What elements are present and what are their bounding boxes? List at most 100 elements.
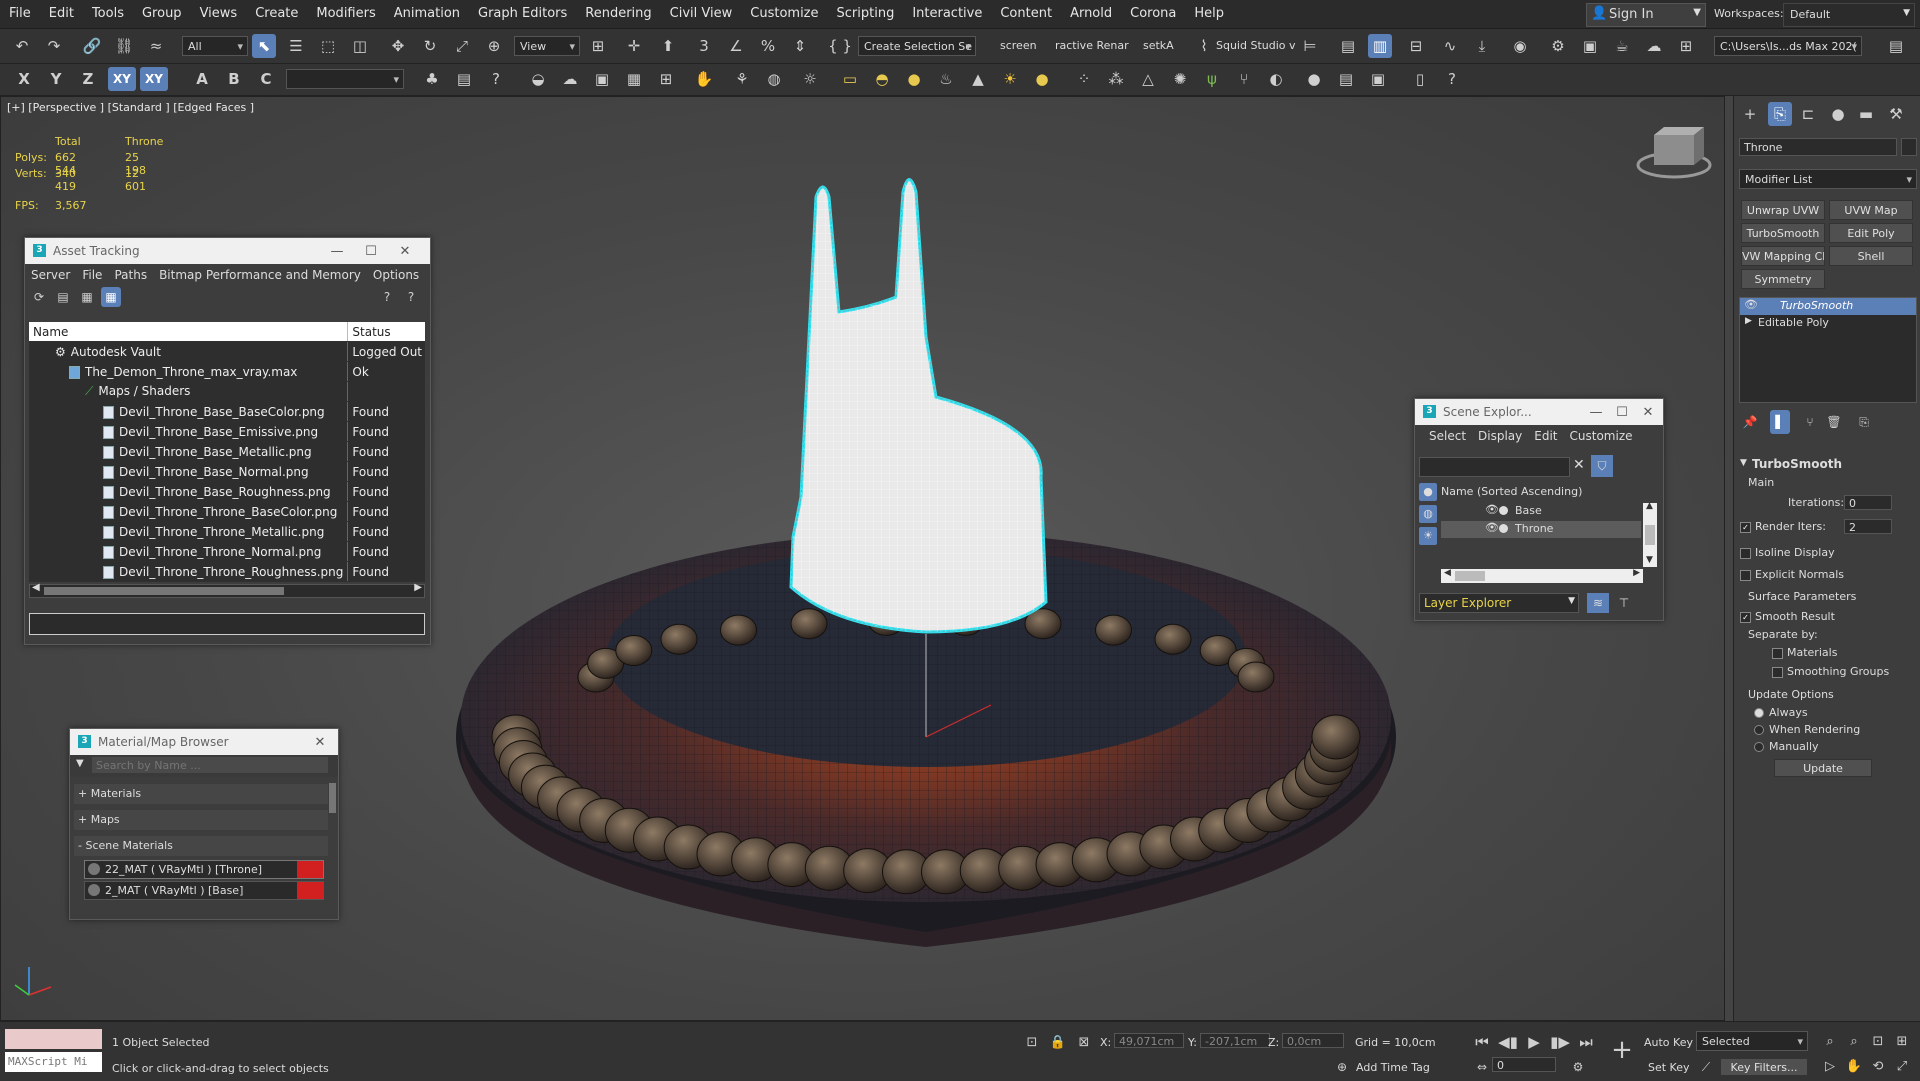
vertical-scrollbar[interactable]: ▲ ▼ [1643,501,1657,567]
turbosmooth-rollout-header[interactable]: ▼ TurboSmooth [1738,457,1918,472]
key-filters-button[interactable]: Key Filters... [1720,1058,1808,1076]
project-folder-dropdown[interactable]: C:\Users\Is...ds Max 202( [1714,36,1862,56]
menu-scripting[interactable]: Scripting [828,0,904,28]
symmetry-button[interactable]: Symmetry [1741,269,1825,289]
bitmap-icon[interactable]: ▤ [1334,67,1358,91]
explicit-normals-row[interactable]: Explicit Normals [1740,568,1844,581]
table-row[interactable]: The_Demon_Throne_max_vray.max Ok [29,361,425,382]
add-time-tag[interactable]: Add Time Tag [1356,1061,1430,1074]
radio-selected-icon[interactable] [1754,708,1764,718]
table-row[interactable]: Devil_Throne_Base_Emissive.png Found [29,421,425,442]
configure-sets-icon[interactable]: ⎘ [1852,410,1876,434]
turbosmooth-button[interactable]: TurboSmooth [1741,223,1825,243]
maximize-icon[interactable]: ☐ [354,239,388,265]
selection-filter-dropdown[interactable]: All [182,36,248,56]
object-name-field[interactable]: Throne [1739,138,1897,156]
thumbnail-view-icon[interactable]: ▦ [77,287,97,307]
x-coordinate-field[interactable]: 49,071cm [1114,1033,1184,1048]
material-map-browser-window[interactable]: 3 Material/Map Browser ✕ ▼ + Materials +… [69,728,339,920]
minimize-icon[interactable]: — [320,239,354,265]
clipboard-icon[interactable]: ▯ [1408,67,1432,91]
grass-icon[interactable]: ψ [1200,67,1224,91]
render-setup-icon[interactable]: ⚙ [1546,34,1570,58]
help-icon[interactable]: ? [484,67,508,91]
sign-in-dropdown[interactable]: 👤 Sign In ▼ [1586,3,1706,27]
toolbar-squid-studio[interactable]: Squid Studio v [1216,36,1296,56]
modifier-list-dropdown[interactable]: Modifier List [1739,169,1917,189]
scene-menu-customize[interactable]: Customize [1564,425,1639,447]
table-row[interactable]: Devil_Throne_Throne_BaseColor.png Found [29,501,425,522]
asset-menu-server[interactable]: Server [25,264,76,286]
display-objects-icon[interactable]: ● [1419,483,1437,501]
material-browser-titlebar[interactable]: 3 Material/Map Browser ✕ [70,729,338,755]
bold-b-icon[interactable]: B [222,67,246,91]
update-always-row[interactable]: Always [1754,706,1808,719]
sphere-light-icon[interactable]: ● [902,67,926,91]
toolbar-tab-interactive-render[interactable]: ractive Renar [1055,36,1129,56]
scene-column-header[interactable]: Name (Sorted Ascending) [1441,485,1582,498]
column-name-header[interactable]: Name [29,322,349,342]
uvw-mapping-clear-button[interactable]: VW Mapping Clea [1741,246,1825,266]
scatter-icon[interactable]: ⁘ [1072,67,1096,91]
edit-named-selection-icon[interactable]: { } [828,34,852,58]
go-to-start-icon[interactable]: ⏮ [1470,1030,1494,1054]
render-iterative-icon[interactable]: ☁ [1642,34,1666,58]
scroll-right-icon[interactable]: ▶ [414,582,422,593]
menu-group[interactable]: Group [133,0,191,28]
maps-group[interactable]: + Maps [74,810,328,830]
toolbar-tab-setka[interactable]: setkA [1143,36,1174,56]
rectangular-selection-icon[interactable]: ⬚ [316,34,340,58]
menu-tools[interactable]: Tools [83,0,133,28]
layer-explorer-dropdown[interactable]: Layer Explorer ▼ [1419,593,1579,613]
asset-tracking-window[interactable]: 3 Asset Tracking — ☐ ✕ Server File Paths Bitm… [24,237,431,645]
window-crossing-icon[interactable]: ◫ [348,34,372,58]
scene-menu-edit[interactable]: Edit [1528,425,1563,447]
uvw-map-button[interactable]: UVW Map [1829,200,1913,220]
key-mode-icon[interactable]: ⇔ [1470,1055,1494,1079]
layer-explorer-icon[interactable]: ▥ [1368,34,1392,58]
stack-item-editable-poly[interactable]: ▶ Editable Poly [1740,315,1916,332]
material-editor-icon[interactable]: ◉ [1508,34,1532,58]
scroll-right-icon[interactable]: ▶ [1633,568,1640,578]
menu-edit[interactable]: Edit [40,0,83,28]
render-icon[interactable]: ☕ [1610,34,1634,58]
scene-explorer-icon[interactable]: ▤ [1336,34,1360,58]
axis-xy-icon[interactable]: XY [108,67,136,91]
table-view-icon[interactable]: ▦ [101,287,121,307]
table-row[interactable]: Devil_Throne_Base_Roughness.png Found [29,481,425,502]
select-object-icon[interactable]: ⬉ [252,34,276,58]
isoline-display-row[interactable]: Isoline Display [1740,546,1835,559]
tree-icon[interactable]: ♣ [420,67,444,91]
squid-studio-icon[interactable]: ⌇ [1192,34,1216,58]
place-icon[interactable]: ⊕ [482,34,506,58]
scene-menu-display[interactable]: Display [1472,425,1528,447]
zoom-icon[interactable]: ⌕ [1818,1030,1842,1054]
clear-search-icon[interactable]: ✕ [1573,457,1585,473]
proxy-icon[interactable]: ◍ [762,67,786,91]
hierarchy-tab-icon[interactable]: ⊏ [1796,102,1820,126]
checkbox-icon[interactable] [1772,647,1783,659]
spinner-snap-icon[interactable]: ⇕ [788,34,812,58]
crowd-icon[interactable]: ⚘ [730,67,754,91]
layers-icon[interactable]: ≋ [1587,593,1609,613]
horizontal-scrollbar[interactable]: ◀ ▶ [1441,568,1643,583]
time-tag-icon[interactable]: ⊕ [1330,1055,1354,1079]
dome-light-icon[interactable]: ☼ [798,67,822,91]
redo-icon[interactable]: ↷ [42,34,66,58]
table-row[interactable]: ⚙ Autodesk Vault Logged Out ... [29,341,425,362]
scale-icon[interactable]: ⤢ [450,34,474,58]
hand-icon[interactable]: ✋ [692,67,716,91]
pin-stack-icon[interactable]: 📌 [1738,410,1762,434]
absolute-mode-icon[interactable]: ⊠ [1072,1031,1096,1055]
menu-interactive[interactable]: Interactive [903,0,991,28]
menu-content[interactable]: Content [991,0,1061,28]
update-button[interactable]: Update [1774,759,1872,777]
create-selection-set-dropdown[interactable]: Create Selection Se [858,36,976,56]
update-when-rendering-row[interactable]: When Rendering [1754,723,1860,736]
menu-customize[interactable]: Customize [741,0,827,28]
photo-icon[interactable]: ▣ [590,67,614,91]
current-frame-field[interactable]: 0 [1492,1057,1556,1072]
materials-group[interactable]: + Materials [74,784,328,804]
axis-xy-cycle-icon[interactable]: XY [140,67,168,91]
menu-views[interactable]: Views [191,0,247,28]
